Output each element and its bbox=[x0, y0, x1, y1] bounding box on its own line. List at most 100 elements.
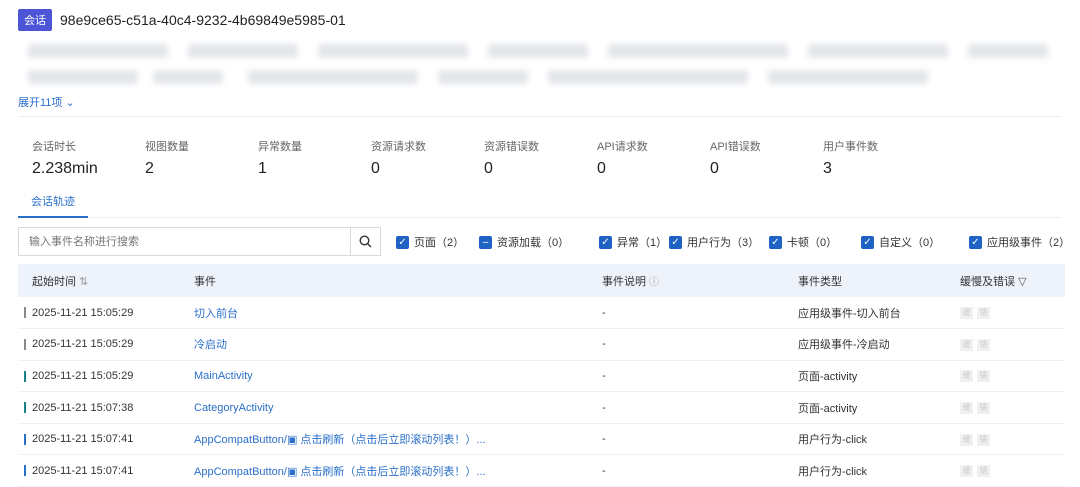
filter-checkbox[interactable]: – 资源加载（0） bbox=[479, 234, 599, 250]
event-color-bar bbox=[24, 307, 26, 319]
event-link[interactable]: AppCompatButton/▣ 点击刷新（点击后立即滚动列表！）... bbox=[194, 466, 486, 478]
blurred-attributes bbox=[18, 40, 1058, 88]
filter-label: 页面（2） bbox=[414, 237, 465, 249]
stat-label: 会话时长 bbox=[32, 141, 76, 153]
checkbox-indeterminate-icon[interactable]: – bbox=[479, 235, 492, 249]
stat-item: 资源错误数 0 bbox=[484, 138, 597, 178]
slow-tag: 缓 bbox=[960, 402, 973, 415]
error-tag: 错 bbox=[977, 338, 990, 351]
filter-icon[interactable]: ▽ bbox=[1018, 276, 1026, 288]
filter-label: 应用级事件（2） bbox=[987, 237, 1071, 249]
checkbox-checked-icon[interactable]: ✓ bbox=[599, 235, 612, 249]
slow-tag: 缓 bbox=[960, 370, 973, 383]
search-button[interactable] bbox=[350, 228, 380, 255]
event-desc: - bbox=[602, 391, 798, 424]
event-color-bar bbox=[24, 465, 26, 477]
checkbox-checked-icon[interactable]: ✓ bbox=[769, 235, 782, 249]
event-link[interactable]: 冷启动 bbox=[194, 339, 227, 351]
filter-checkbox[interactable]: ✓ 卡顿（0） bbox=[769, 234, 861, 250]
col-slow-error: 缓慢及错误 ▽ bbox=[960, 264, 1065, 297]
col-event: 事件 bbox=[194, 264, 602, 297]
help-icon[interactable]: ⓘ bbox=[649, 277, 659, 288]
checkbox-checked-icon[interactable]: ✓ bbox=[969, 235, 982, 249]
col-start-time[interactable]: 起始时间 ⇅ bbox=[18, 264, 194, 297]
stat-item: API错误数 0 bbox=[710, 138, 823, 178]
event-type: 应用级事件-冷启动 bbox=[798, 328, 960, 361]
event-time: 2025-11-21 15:05:29 bbox=[32, 338, 134, 351]
event-type: 页面-activity bbox=[798, 360, 960, 393]
filter-checkbox[interactable]: ✓ 应用级事件（2） bbox=[969, 234, 1070, 250]
filter-label: 用户行为（3） bbox=[687, 237, 760, 249]
divider bbox=[18, 116, 1062, 117]
event-link[interactable]: MainActivity bbox=[194, 370, 253, 382]
error-tag: 错 bbox=[977, 433, 990, 446]
slow-tag: 缓 bbox=[960, 338, 973, 351]
checkbox-checked-icon[interactable]: ✓ bbox=[669, 235, 682, 249]
slow-tag: 缓 bbox=[960, 307, 973, 320]
event-desc: - bbox=[602, 454, 798, 487]
event-type: 应用级事件-切入前台 bbox=[798, 297, 960, 330]
event-time: 2025-11-21 15:05:29 bbox=[32, 369, 134, 382]
event-time: 2025-11-21 15:07:41 bbox=[32, 464, 134, 477]
table-row[interactable]: 2025-11-21 15:07:38 CategoryActivity - 页面-a… bbox=[18, 391, 1065, 424]
event-link[interactable]: AppCompatButton/▣ 点击刷新（点击后立即滚动列表！）... bbox=[194, 434, 486, 446]
event-time: 2025-11-21 15:07:38 bbox=[32, 401, 134, 414]
event-desc: - bbox=[602, 328, 798, 361]
session-header: 会话 98e9ce65-c51a-40c4-9232-4b69849e5985-… bbox=[18, 9, 346, 31]
filter-label: 卡顿（0） bbox=[787, 237, 838, 249]
search-box bbox=[18, 227, 381, 256]
event-type: 用户行为-click bbox=[798, 454, 960, 487]
filter-checkbox[interactable]: ✓ 用户行为（3） bbox=[669, 234, 769, 250]
stat-value: 3 bbox=[823, 160, 832, 177]
stat-item: API请求数 0 bbox=[597, 138, 710, 178]
filter-label: 资源加载（0） bbox=[497, 237, 570, 249]
event-color-bar bbox=[24, 433, 26, 445]
event-time: 2025-11-21 15:07:41 bbox=[32, 433, 134, 446]
stats-row: 会话时长 2.238min 视图数量 2 异常数量 1 资源请求数 0 资源错误数 0 API请求数… bbox=[32, 138, 936, 178]
tab-session-trace[interactable]: 会话轨迹 bbox=[18, 193, 88, 218]
stat-item: 资源请求数 0 bbox=[371, 138, 484, 178]
table-row[interactable]: 2025-11-21 15:05:29 MainActivity - 页面-activ… bbox=[18, 360, 1065, 393]
stat-item: 视图数量 2 bbox=[145, 138, 258, 178]
filter-label: 自定义（0） bbox=[879, 237, 941, 249]
event-color-bar bbox=[24, 370, 26, 382]
stat-value: 0 bbox=[710, 160, 719, 177]
table-row[interactable]: 2025-11-21 15:07:41 AppCompatButton/▣ 点击刷… bbox=[18, 423, 1065, 456]
stat-label: API请求数 bbox=[597, 141, 648, 153]
event-color-bar bbox=[24, 402, 26, 414]
event-type: 用户行为-click bbox=[798, 423, 960, 456]
expand-toggle[interactable]: 展开11项 ⌄ bbox=[18, 94, 75, 110]
filter-label: 异常（1） bbox=[617, 237, 668, 249]
stat-label: API错误数 bbox=[710, 141, 761, 153]
filter-checkbox[interactable]: ✓ 异常（1） bbox=[599, 234, 669, 250]
session-badge: 会话 bbox=[18, 9, 52, 31]
event-time: 2025-11-21 15:05:29 bbox=[32, 306, 134, 319]
stat-label: 资源请求数 bbox=[371, 141, 426, 153]
stat-label: 视图数量 bbox=[145, 141, 189, 153]
stat-value: 1 bbox=[258, 160, 267, 177]
sort-icon[interactable]: ⇅ bbox=[79, 276, 88, 288]
checkbox-checked-icon[interactable]: ✓ bbox=[861, 235, 874, 249]
event-desc: - bbox=[602, 360, 798, 393]
table-row[interactable]: 2025-11-21 15:07:41 AppCompatButton/▣ 点击刷… bbox=[18, 454, 1065, 487]
table-row[interactable]: 2025-11-21 15:05:29 冷启动 - 应用级事件-冷启动缓错 bbox=[18, 328, 1065, 361]
stat-value: 2.238min bbox=[32, 160, 98, 177]
expand-label: 展开11项 bbox=[18, 97, 63, 109]
filter-checkbox[interactable]: ✓ 自定义（0） bbox=[861, 234, 969, 250]
col-description: 事件说明 ⓘ bbox=[602, 264, 798, 297]
chevron-down-icon: ⌄ bbox=[65, 97, 75, 109]
event-desc: - bbox=[602, 423, 798, 456]
col-type: 事件类型 bbox=[798, 264, 960, 297]
stat-item: 用户事件数 3 bbox=[823, 138, 936, 178]
event-link[interactable]: 切入前台 bbox=[194, 308, 238, 320]
error-tag: 错 bbox=[977, 465, 990, 478]
filter-checkbox[interactable]: ✓ 页面（2） bbox=[396, 234, 479, 250]
stat-label: 用户事件数 bbox=[823, 141, 878, 153]
search-input[interactable] bbox=[19, 228, 350, 255]
stat-value: 2 bbox=[145, 160, 154, 177]
table-row[interactable]: 2025-11-21 15:05:29 切入前台 - 应用级事件-切入前台缓错 bbox=[18, 297, 1065, 330]
event-type: 页面-activity bbox=[798, 391, 960, 424]
error-tag: 错 bbox=[977, 307, 990, 320]
checkbox-checked-icon[interactable]: ✓ bbox=[396, 235, 409, 249]
event-link[interactable]: CategoryActivity bbox=[194, 402, 273, 414]
